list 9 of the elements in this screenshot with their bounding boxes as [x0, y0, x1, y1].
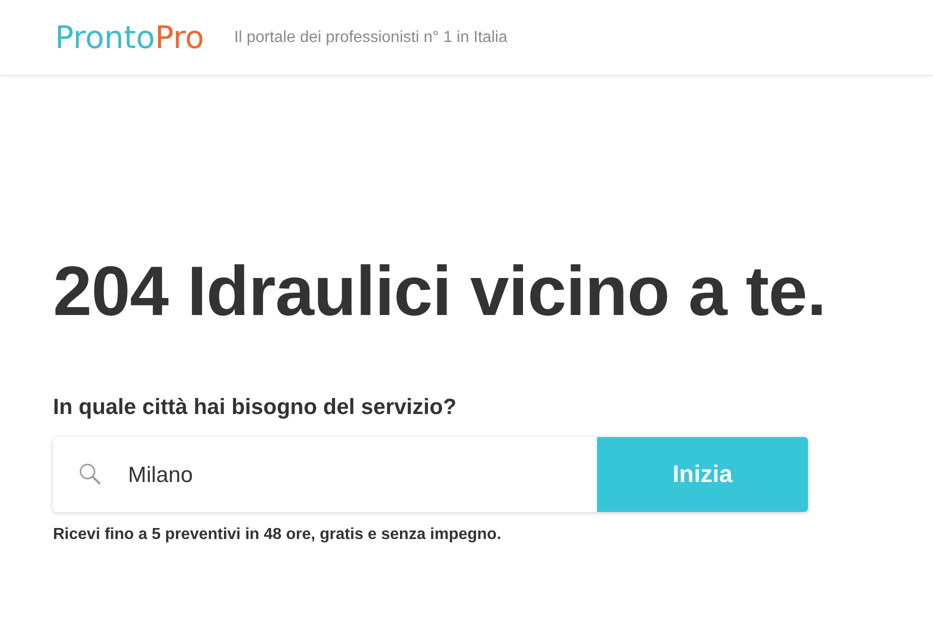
start-button[interactable]: Inizia: [597, 437, 808, 512]
headline: 204 Idraulici vicino a te.: [53, 251, 827, 332]
logo-text-accent[interactable]: Pro: [154, 20, 204, 56]
info-note: Ricevi fino a 5 preventivi in 48 ore, gratis e senza impegno.: [53, 526, 502, 544]
logo-text[interactable]: Pronto: [55, 20, 155, 56]
city-search-field[interactable]: Milano: [53, 437, 597, 512]
city-question: In quale città hai bisogno del servizio?: [53, 394, 458, 420]
search-icon: [78, 462, 102, 486]
tagline: Il portale dei professionisti n° 1 in Italia: [234, 28, 508, 46]
